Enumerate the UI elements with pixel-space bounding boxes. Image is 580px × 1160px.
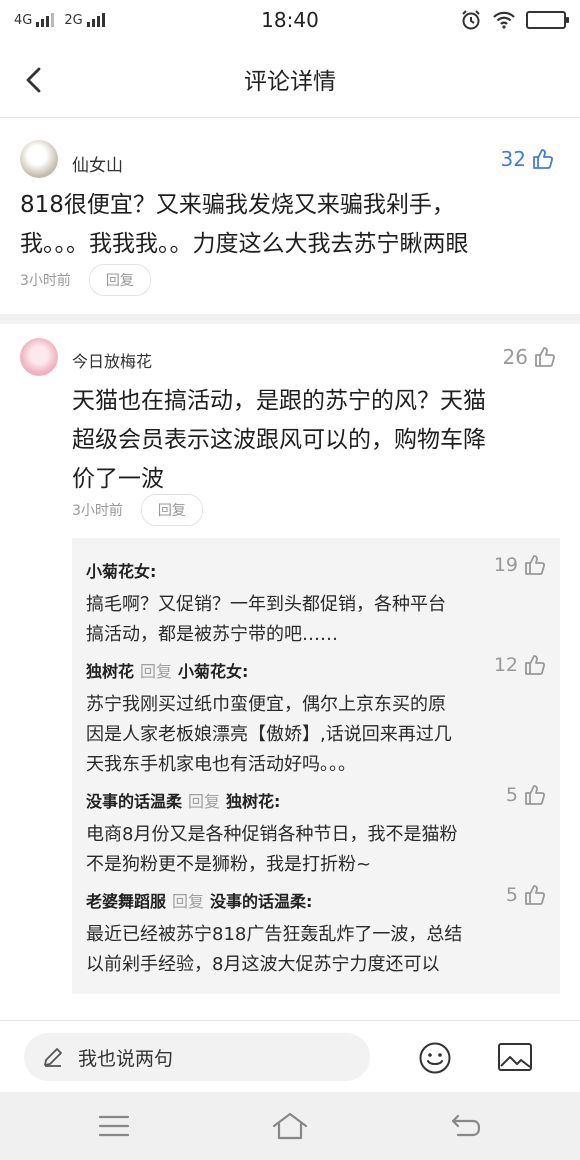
reply-word: 回复 (188, 792, 221, 811)
like-count: 5 (505, 884, 518, 906)
menu-icon[interactable] (94, 1110, 134, 1142)
comment-text-line: 超级会员表示这波跟风可以的，购物车降 (72, 427, 486, 453)
thumbs-up-icon (525, 785, 546, 805)
avatar[interactable] (20, 140, 58, 178)
reply-text-line: 天我东手机家电也有活动好吗。。。 (86, 754, 356, 775)
comment-input-placeholder: 我也说两句 (78, 1047, 174, 1070)
thumbs-up-icon (525, 885, 546, 905)
reply-author[interactable]: 小菊花女: (86, 562, 156, 581)
reply-button[interactable]: 回复 (140, 494, 203, 526)
avatar[interactable] (20, 338, 58, 376)
wifi-icon (493, 11, 515, 29)
reply-header: 小菊花女: (86, 558, 156, 582)
comment-time: 3小时前 (20, 273, 71, 289)
reply-text-line: 因是人家老板娘漂亮【傲娇】,话说回来再过几 (86, 724, 452, 745)
reply-text: 最近已经被苏宁818广告狂轰乱炸了一波，总结 以前剁手经验，8月这波大促苏宁力度… (86, 920, 546, 980)
reply-item: 没事的话温柔 回复 独树花: 5 电商8月份又是各种促销各种节日，我不是猫粉 不是狗… (86, 784, 546, 880)
reply-text-line: 不是狗粉更不是狮粉，我是打折粉~ (86, 854, 372, 875)
reply-text-line: 搞活动，都是被苏宁带的吧…… (86, 624, 338, 645)
comment-item: 今日放梅花 26 天猫也在搞活动，是跟的苏宁的风？天猫 超级会员表示这波跟风可以… (0, 324, 580, 538)
comment-author[interactable]: 仙女山 (72, 151, 123, 176)
like-button[interactable]: 32 (501, 147, 554, 171)
battery-icon (526, 11, 569, 29)
comment-time: 3小时前 (72, 503, 123, 519)
back-button[interactable] (14, 60, 54, 100)
thumbs-up-icon (525, 655, 546, 675)
reply-text-line: 最近已经被苏宁818广告狂轰乱炸了一波，总结 (86, 924, 463, 945)
comment-text-line: 天猫也在搞活动，是跟的苏宁的风？天猫 (72, 388, 486, 414)
reply-header: 老婆舞蹈服 回复 没事的话温柔: (86, 888, 312, 912)
reply-word: 回复 (172, 892, 205, 911)
thumbs-up-icon (525, 555, 546, 575)
page-title: 评论详情 (244, 68, 336, 95)
like-count: 26 (502, 345, 528, 369)
reply-target[interactable]: 小菊花女: (178, 662, 248, 681)
system-nav-bar (0, 1092, 580, 1160)
reply-text-line: 苏宁我刚买过纸巾蛮便宜，偶尔上京东买的原 (86, 694, 446, 715)
reply-target[interactable]: 没事的话温柔: (210, 892, 312, 911)
comment-author[interactable]: 今日放梅花 (72, 348, 152, 372)
page-header: 评论详情 (0, 40, 580, 118)
like-count: 12 (493, 654, 518, 676)
reply-author[interactable]: 独树花 (86, 662, 134, 681)
reply-header: 独树花 回复 小菊花女: (86, 658, 248, 682)
comment-text-line: 818很便宜？又来骗我发烧又来骗我剁手， (20, 192, 455, 218)
reply-text-line: 以前剁手经验，8月这波大促苏宁力度还可以 (86, 954, 440, 975)
like-button[interactable]: 5 (506, 784, 546, 806)
like-button[interactable]: 5 (506, 884, 546, 906)
alarm-icon (462, 10, 480, 30)
reply-text-line: 搞毛啊？又促销？一年到头都促销，各种平台 (86, 594, 446, 615)
reply-author[interactable]: 没事的话温柔 (86, 792, 182, 811)
image-icon[interactable] (497, 1041, 533, 1073)
reply-button[interactable]: 回复 (88, 264, 151, 296)
reply-target[interactable]: 独树花: (226, 792, 280, 811)
like-button[interactable]: 12 (494, 654, 546, 676)
back-icon[interactable] (446, 1110, 486, 1142)
home-icon[interactable] (270, 1110, 310, 1142)
pencil-icon (44, 1048, 62, 1067)
reply-text: 电商8月份又是各种促销各种节日，我不是猫粉 不是狗粉更不是狮粉，我是打折粉~ (86, 820, 546, 880)
section-divider (0, 314, 580, 324)
reply-text: 搞毛啊？又促销？一年到头都促销，各种平台 搞活动，都是被苏宁带的吧…… (86, 590, 546, 650)
reply-item: 老婆舞蹈服 回复 没事的话温柔: 5 最近已经被苏宁818广告狂轰乱炸了一波，总结 … (86, 884, 546, 980)
reply-item: 小菊花女: 19 搞毛啊？又促销？一年到头都促销，各种平台 搞活动，都是被苏宁带… (86, 554, 546, 650)
comment-input-bar: 我也说两句 (0, 1020, 580, 1092)
comment-text: 818很便宜？又来骗我发烧又来骗我剁手， 我。。。我我我。。力度这么大我去苏宁瞅… (20, 186, 570, 264)
comment-input[interactable]: 我也说两句 (24, 1033, 370, 1081)
reply-text: 苏宁我刚买过纸巾蛮便宜，偶尔上京东买的原 因是人家老板娘漂亮【傲娇】,话说回来再… (86, 690, 546, 780)
thumbs-up-icon (533, 149, 554, 169)
thumbs-up-icon (535, 347, 556, 367)
emoji-icon[interactable] (418, 1041, 452, 1075)
reply-word: 回复 (140, 662, 173, 681)
like-button[interactable]: 19 (494, 554, 546, 576)
reply-item: 独树花 回复 小菊花女: 12 苏宁我刚买过纸巾蛮便宜，偶尔上京东买的原 因是人家老… (86, 654, 546, 780)
reply-thread: 小菊花女: 19 搞毛啊？又促销？一年到头都促销，各种平台 搞活动，都是被苏宁带… (72, 538, 560, 994)
reply-header: 没事的话温柔 回复 独树花: (86, 788, 280, 812)
like-count: 5 (505, 784, 518, 806)
comment-item: 仙女山 32 818很便宜？又来骗我发烧又来骗我剁手， 我。。。我我我。。力度这… (0, 118, 580, 314)
back-arrow-icon (26, 67, 41, 93)
like-button[interactable]: 26 (503, 345, 556, 369)
like-count: 32 (500, 147, 526, 171)
comment-text: 天猫也在搞活动，是跟的苏宁的风？天猫 超级会员表示这波跟风可以的，购物车降 价了… (72, 382, 562, 499)
reply-author[interactable]: 老婆舞蹈服 (86, 892, 166, 911)
like-count: 19 (493, 554, 518, 576)
status-bar: 4G 2G 18:40 (0, 0, 580, 40)
comment-text-line: 我。。。我我我。。力度这么大我去苏宁瞅两眼 (20, 231, 469, 257)
reply-text-line: 电商8月份又是各种促销各种节日，我不是猫粉 (86, 824, 458, 845)
